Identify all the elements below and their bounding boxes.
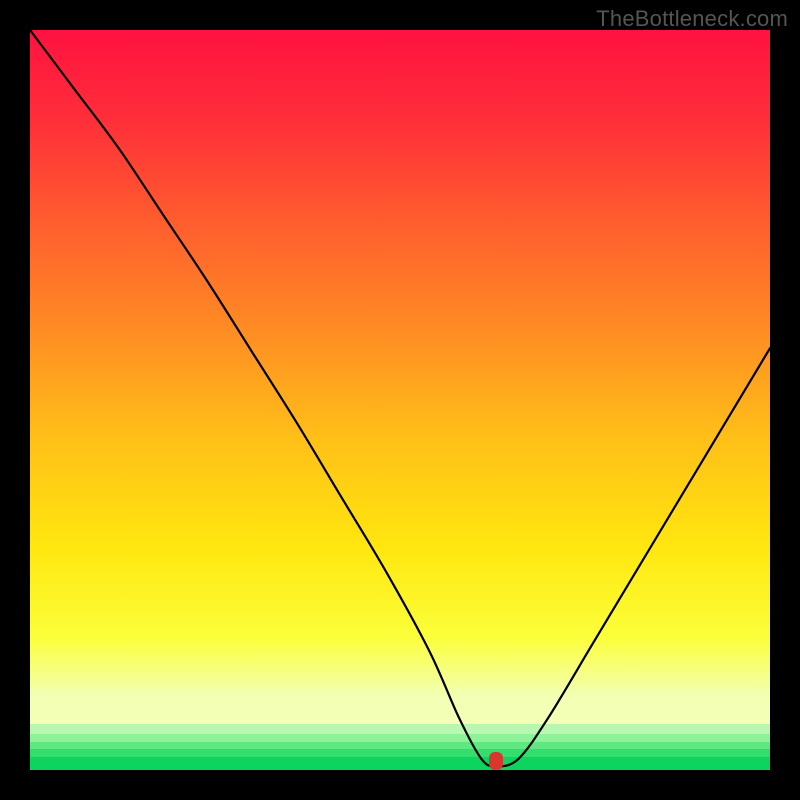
bottleneck-curve — [30, 30, 770, 770]
watermark-text: TheBottleneck.com — [596, 6, 788, 32]
plot-area — [30, 30, 770, 770]
chart-frame: TheBottleneck.com — [0, 0, 800, 800]
optimal-point-marker — [489, 752, 503, 770]
